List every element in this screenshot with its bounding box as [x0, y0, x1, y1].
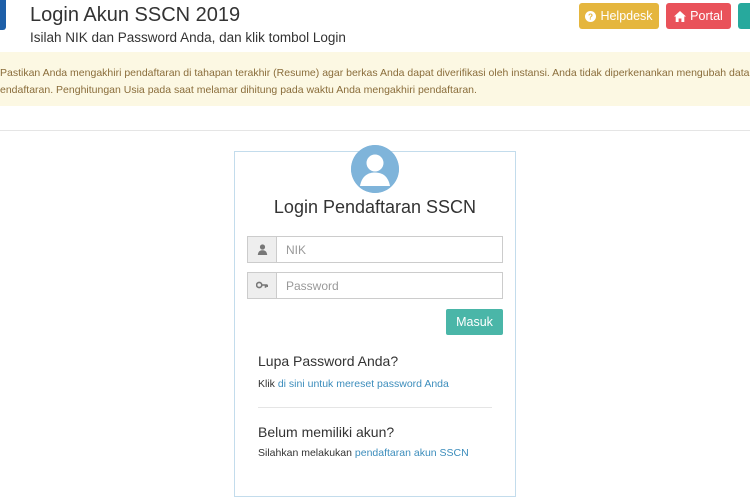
nik-input-group: [247, 236, 503, 263]
app-logo: [0, 0, 6, 30]
user-avatar-icon: [351, 145, 399, 193]
register-text: Silahkan melakukan pendaftaran akun SSCN: [258, 447, 469, 459]
forgot-password-text: Klik di sini untuk mereset password Anda: [258, 378, 449, 390]
helpdesk-label: Helpdesk: [600, 9, 653, 23]
warning-alert: Pastikan Anda mengakhiri pendaftaran di …: [0, 52, 750, 106]
page-title: Login Akun SSCN 2019: [30, 4, 241, 26]
home-icon: [674, 10, 687, 22]
extra-button[interactable]: [738, 3, 750, 29]
page-subtitle: Isilah NIK dan Password Anda, dan klik t…: [30, 30, 346, 45]
alert-line-1: Pastikan Anda mengakhiri pendaftaran di …: [0, 67, 750, 79]
password-input[interactable]: [276, 272, 503, 299]
register-prefix: Silahkan melakukan: [258, 447, 355, 459]
svg-text:?: ?: [588, 12, 593, 21]
register-link[interactable]: pendaftaran akun SSCN: [355, 447, 469, 459]
helpdesk-button[interactable]: ? Helpdesk: [579, 3, 659, 29]
section-divider: [258, 407, 492, 408]
password-input-group: [247, 272, 503, 299]
key-icon: [247, 272, 276, 299]
divider: [0, 130, 750, 131]
alert-line-2: endaftaran. Penghitungan Usia pada saat …: [0, 84, 477, 96]
portal-label: Portal: [690, 9, 723, 23]
question-circle-icon: ?: [585, 10, 597, 22]
login-button[interactable]: Masuk: [446, 309, 503, 335]
user-icon: [247, 236, 276, 263]
register-heading: Belum memiliki akun?: [258, 424, 395, 440]
nik-input[interactable]: [276, 236, 503, 263]
login-title: Login Pendaftaran SSCN: [273, 197, 477, 217]
reset-password-link[interactable]: di sini untuk mereset password Anda: [278, 378, 449, 390]
portal-button[interactable]: Portal: [666, 3, 731, 29]
forgot-password-heading: Lupa Password Anda?: [258, 353, 399, 369]
forgot-password-prefix: Klik: [258, 378, 278, 390]
